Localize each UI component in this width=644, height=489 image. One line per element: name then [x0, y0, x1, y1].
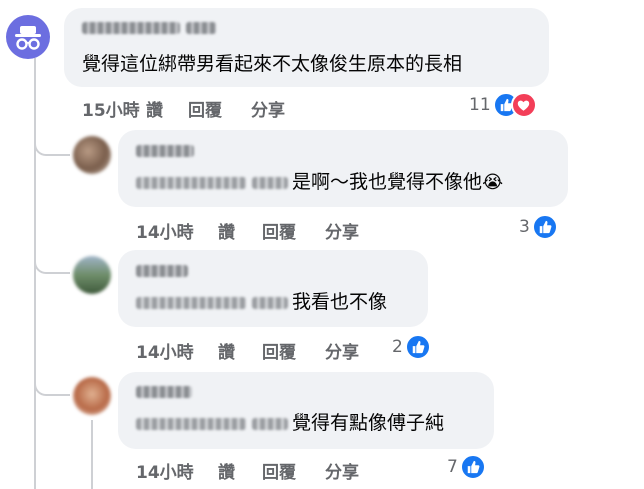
mention-redacted-2[interactable] — [252, 417, 289, 430]
thread-branch-3 — [34, 370, 70, 396]
like-icon — [531, 214, 558, 240]
comment-bubble-2 — [118, 130, 568, 207]
timestamp-link[interactable]: 14小時 — [136, 218, 218, 243]
comment-text-line: 覺得有點像傅子純 — [136, 411, 444, 435]
reaction-count: 7 — [447, 457, 458, 477]
thread-line-reply-3 — [91, 420, 93, 489]
love-icon — [510, 92, 537, 118]
reaction-summary-4[interactable]: 7 — [447, 454, 486, 480]
mention-redacted[interactable] — [136, 176, 246, 189]
timestamp-link[interactable]: 15小時 — [82, 96, 146, 121]
share-button[interactable]: 分享 — [251, 96, 285, 121]
reaction-count: 3 — [519, 217, 530, 237]
comment-text: 是啊～我也覺得不像他 — [292, 171, 483, 193]
incognito-icon — [15, 26, 41, 50]
thread-branch-1 — [34, 130, 70, 156]
comment-text: 覺得這位綁帶男看起來不太像俊生原本的長相 — [82, 53, 463, 75]
mention-redacted-2[interactable] — [252, 296, 289, 309]
share-button[interactable]: 分享 — [325, 338, 359, 363]
like-button[interactable]: 讚 — [218, 338, 262, 363]
reaction-summary-2[interactable]: 3 — [519, 214, 558, 240]
reply-button[interactable]: 回覆 — [188, 96, 251, 121]
like-button[interactable]: 讚 — [146, 96, 188, 121]
timestamp-link[interactable]: 14小時 — [136, 338, 218, 363]
reaction-summary-3[interactable]: 2 — [392, 334, 431, 360]
reaction-summary-1[interactable]: 11 — [469, 92, 537, 118]
comment-text-line: 我看也不像 — [136, 290, 387, 314]
mention-redacted[interactable] — [136, 296, 246, 309]
thread-branch-2 — [34, 248, 70, 274]
author-name-redacted[interactable] — [136, 265, 188, 277]
comment-text-line: 是啊～我也覺得不像他😭 — [136, 170, 503, 195]
like-icon — [404, 334, 431, 360]
comment-meta-1: 15小時 讚 回覆 分享 — [82, 96, 285, 121]
mention-redacted-2[interactable] — [252, 176, 289, 189]
reaction-count: 2 — [392, 337, 403, 357]
comment-meta-3: 14小時 讚 回覆 分享 — [136, 338, 359, 363]
comment-meta-2: 14小時 讚 回覆 分享 — [136, 218, 359, 243]
like-button[interactable]: 讚 — [218, 458, 262, 483]
timestamp-link[interactable]: 14小時 — [136, 458, 218, 483]
reaction-count: 11 — [469, 95, 491, 115]
reply-button[interactable]: 回覆 — [262, 458, 325, 483]
comment-text: 我看也不像 — [292, 291, 388, 313]
comment-meta-4: 14小時 讚 回覆 分享 — [136, 458, 359, 483]
author-badge-redacted — [186, 22, 216, 34]
user-avatar[interactable] — [73, 136, 111, 174]
user-avatar[interactable] — [73, 377, 111, 415]
thread-line-main — [34, 58, 36, 489]
share-button[interactable]: 分享 — [325, 458, 359, 483]
comment-text: 覺得有點像傅子純 — [292, 412, 445, 434]
like-icon — [459, 454, 486, 480]
comment-bubble-3 — [118, 250, 428, 327]
author-name-redacted[interactable] — [136, 145, 194, 157]
anonymous-avatar[interactable] — [6, 15, 50, 59]
user-avatar[interactable] — [73, 256, 111, 294]
crying-emoji: 😭 — [482, 172, 504, 193]
mention-redacted[interactable] — [136, 417, 246, 430]
like-button[interactable]: 讚 — [218, 218, 262, 243]
reply-button[interactable]: 回覆 — [262, 338, 325, 363]
share-button[interactable]: 分享 — [325, 218, 359, 243]
author-name-redacted[interactable] — [82, 22, 180, 34]
reply-button[interactable]: 回覆 — [262, 218, 325, 243]
author-name-redacted[interactable] — [136, 386, 192, 398]
